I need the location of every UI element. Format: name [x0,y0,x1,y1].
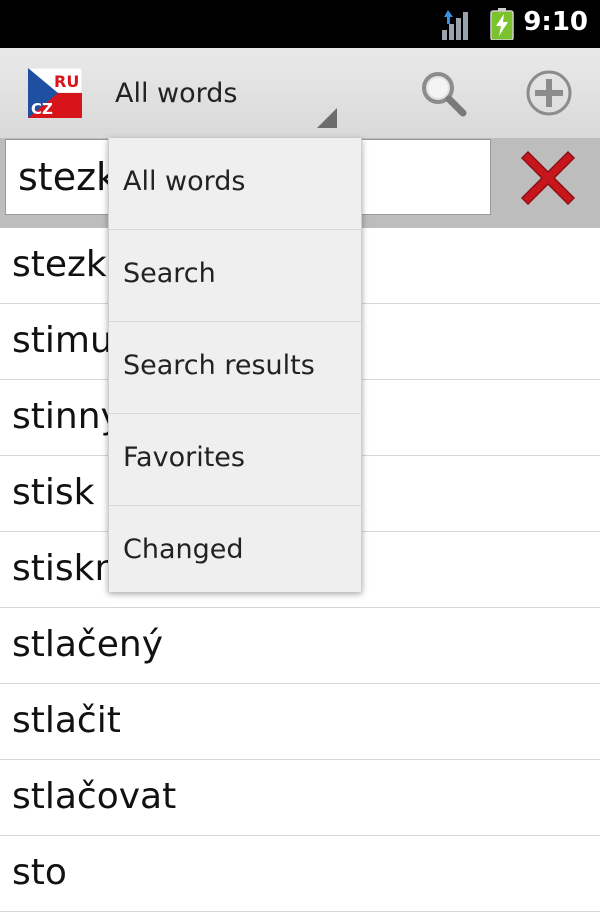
close-icon[interactable] [516,146,580,210]
list-item[interactable]: stlačený [0,608,600,684]
svg-text:CZ: CZ [31,100,53,118]
list-item[interactable]: sto [0,836,600,912]
list-item[interactable]: stlačovat [0,760,600,836]
dropdown-option-favorites[interactable]: Favorites [109,414,361,506]
word-filter-spinner[interactable]: All words [100,48,345,138]
dropdown-option-search-results[interactable]: Search results [109,322,361,414]
dropdown-option-search[interactable]: Search [109,230,361,322]
status-bar: 9:10 [0,0,600,48]
list-item[interactable]: stlačit [0,684,600,760]
list-item-label: stlačený [12,624,163,665]
search-icon[interactable] [418,68,468,118]
list-item-label: stlačit [12,700,121,741]
dropdown-option-label: Search [123,258,216,289]
action-bar: RU CZ All words [0,48,600,139]
clock: 9:10 [523,7,588,37]
spinner-arrow-icon [317,108,337,128]
dropdown-option-label: Changed [123,534,244,565]
signal-icon [442,10,468,40]
dropdown-option-all-words[interactable]: All words [109,138,361,230]
app-logo-icon[interactable]: RU CZ [28,68,82,118]
add-icon[interactable] [524,68,574,118]
spinner-selected-label: All words [115,78,238,109]
dropdown-option-label: All words [123,166,246,197]
list-item-label: stiskn [12,548,118,589]
filter-dropdown-menu: All words Search Search results Favorite… [108,138,362,592]
list-item-label: stisk [12,472,95,513]
list-item-label: sto [12,852,67,893]
svg-text:RU: RU [54,72,79,91]
dropdown-option-label: Search results [123,350,315,381]
battery-charging-icon [490,8,514,40]
list-item-label: stezk [12,244,107,285]
list-item-label: stimu [12,320,113,361]
dropdown-option-label: Favorites [123,442,245,473]
list-item-label: stlačovat [12,776,177,817]
dropdown-option-changed[interactable]: Changed [109,506,361,592]
list-item-label: stinný [12,396,122,437]
